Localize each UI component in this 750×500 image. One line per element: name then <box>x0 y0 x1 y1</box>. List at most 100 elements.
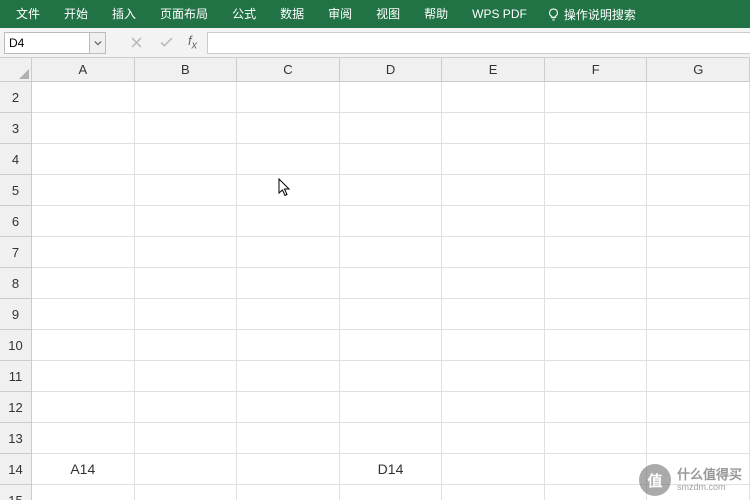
cell[interactable] <box>340 268 443 299</box>
cell[interactable] <box>32 206 135 237</box>
cell[interactable] <box>442 423 545 454</box>
cell[interactable] <box>135 206 238 237</box>
cell[interactable] <box>32 144 135 175</box>
cell[interactable] <box>442 175 545 206</box>
cell[interactable] <box>340 175 443 206</box>
cell[interactable] <box>442 392 545 423</box>
cell[interactable] <box>545 423 648 454</box>
cell[interactable]: A14 <box>32 454 135 485</box>
column-header[interactable]: A <box>32 58 135 82</box>
cell[interactable] <box>545 361 648 392</box>
cell[interactable] <box>545 268 648 299</box>
cell[interactable] <box>647 423 750 454</box>
cell[interactable] <box>545 485 648 500</box>
tab-insert[interactable]: 插入 <box>100 0 148 28</box>
column-header[interactable]: G <box>647 58 750 82</box>
cell[interactable] <box>442 454 545 485</box>
cell[interactable] <box>545 454 648 485</box>
formula-input[interactable] <box>207 32 750 54</box>
cell[interactable] <box>442 330 545 361</box>
column-header[interactable]: E <box>442 58 545 82</box>
tab-layout[interactable]: 页面布局 <box>148 0 220 28</box>
row-header[interactable]: 13 <box>0 423 32 454</box>
cell[interactable] <box>237 113 340 144</box>
cell[interactable] <box>647 237 750 268</box>
column-header[interactable]: B <box>135 58 238 82</box>
cell[interactable]: D14 <box>340 454 443 485</box>
column-header[interactable]: F <box>545 58 648 82</box>
cell[interactable] <box>545 392 648 423</box>
cell[interactable] <box>340 237 443 268</box>
row-header[interactable]: 10 <box>0 330 32 361</box>
cell[interactable] <box>32 392 135 423</box>
cell[interactable] <box>32 82 135 113</box>
cell[interactable] <box>237 423 340 454</box>
cell[interactable] <box>442 237 545 268</box>
cell[interactable] <box>647 361 750 392</box>
cell[interactable] <box>340 485 443 500</box>
cell[interactable] <box>237 392 340 423</box>
tab-data[interactable]: 数据 <box>268 0 316 28</box>
tab-view[interactable]: 视图 <box>364 0 412 28</box>
cell[interactable] <box>545 144 648 175</box>
cell[interactable] <box>545 82 648 113</box>
cell[interactable] <box>340 330 443 361</box>
cell[interactable] <box>32 423 135 454</box>
cell[interactable] <box>340 206 443 237</box>
cell[interactable] <box>32 361 135 392</box>
tab-file[interactable]: 文件 <box>4 0 52 28</box>
row-header[interactable]: 4 <box>0 144 32 175</box>
cell[interactable] <box>340 144 443 175</box>
column-header[interactable]: D <box>340 58 443 82</box>
cell[interactable] <box>545 330 648 361</box>
cell[interactable] <box>647 392 750 423</box>
cell[interactable] <box>545 113 648 144</box>
cell[interactable] <box>442 485 545 500</box>
tab-formula[interactable]: 公式 <box>220 0 268 28</box>
cell[interactable] <box>32 237 135 268</box>
cell[interactable] <box>442 82 545 113</box>
cell[interactable] <box>237 268 340 299</box>
select-all-corner[interactable] <box>0 58 32 82</box>
tab-home[interactable]: 开始 <box>52 0 100 28</box>
cell[interactable] <box>135 113 238 144</box>
cell[interactable] <box>237 206 340 237</box>
cell[interactable] <box>647 485 750 500</box>
formula-accept-button[interactable] <box>158 35 174 51</box>
cell[interactable] <box>32 268 135 299</box>
cell[interactable] <box>442 299 545 330</box>
cell[interactable] <box>647 144 750 175</box>
name-box[interactable] <box>4 32 90 54</box>
cell[interactable] <box>32 113 135 144</box>
cell[interactable] <box>135 330 238 361</box>
row-header[interactable]: 5 <box>0 175 32 206</box>
cell[interactable] <box>135 237 238 268</box>
cell[interactable] <box>135 423 238 454</box>
cell[interactable] <box>237 175 340 206</box>
cell[interactable] <box>135 268 238 299</box>
tell-me-search[interactable]: 操作说明搜索 <box>547 6 636 23</box>
column-header[interactable]: C <box>237 58 340 82</box>
cell[interactable] <box>647 206 750 237</box>
cell[interactable] <box>135 485 238 500</box>
cell[interactable] <box>442 361 545 392</box>
cell[interactable] <box>135 361 238 392</box>
cell[interactable] <box>135 299 238 330</box>
cell[interactable] <box>647 299 750 330</box>
tab-help[interactable]: 帮助 <box>412 0 460 28</box>
cell[interactable] <box>32 485 135 500</box>
row-header[interactable]: 14 <box>0 454 32 485</box>
row-header[interactable]: 11 <box>0 361 32 392</box>
cell[interactable] <box>442 113 545 144</box>
cell[interactable] <box>237 361 340 392</box>
cell[interactable] <box>237 330 340 361</box>
cell[interactable] <box>32 299 135 330</box>
cell[interactable] <box>442 268 545 299</box>
row-header[interactable]: 2 <box>0 82 32 113</box>
cell[interactable] <box>545 175 648 206</box>
cell[interactable] <box>647 454 750 485</box>
row-header[interactable]: 7 <box>0 237 32 268</box>
tab-wps-pdf[interactable]: WPS PDF <box>460 0 539 28</box>
row-header[interactable]: 12 <box>0 392 32 423</box>
row-header[interactable]: 3 <box>0 113 32 144</box>
